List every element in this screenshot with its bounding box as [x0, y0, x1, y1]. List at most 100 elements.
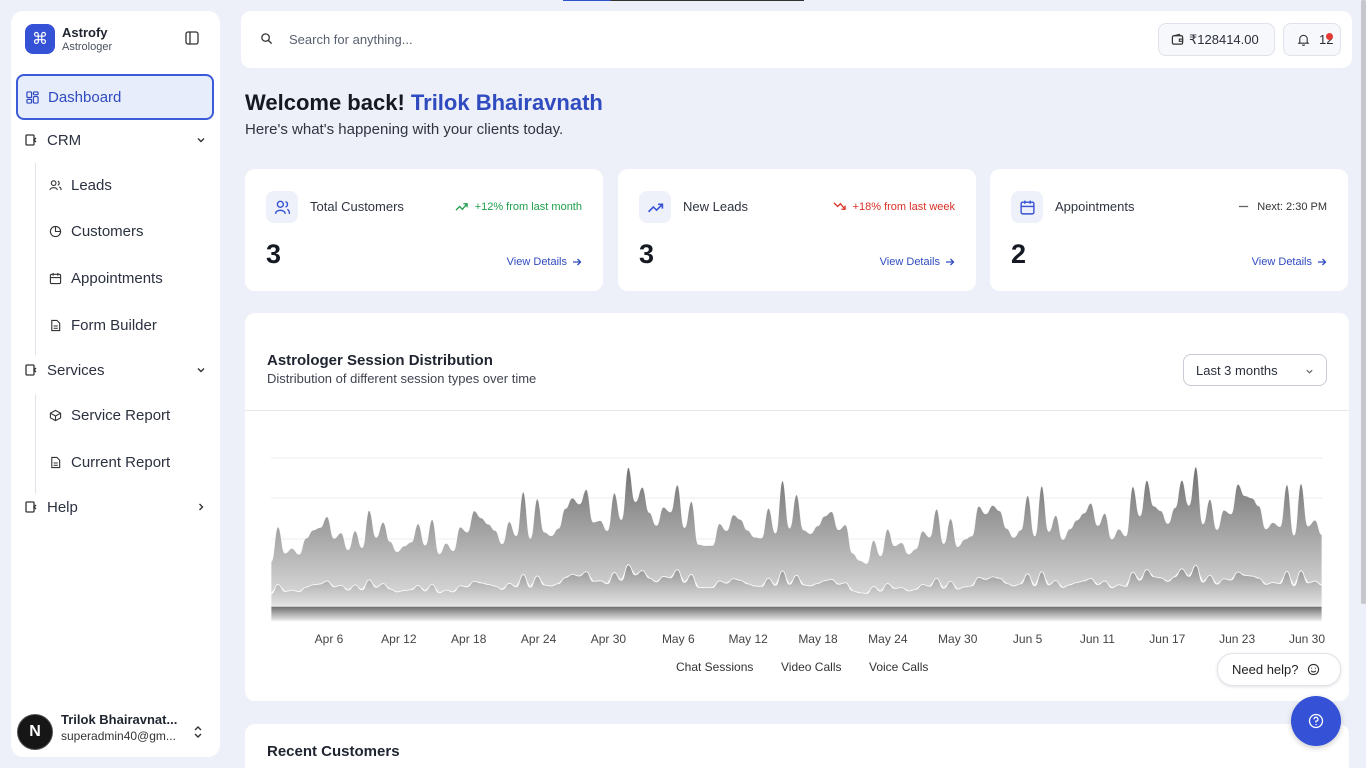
series-area-voice-calls[interactable]	[270, 605, 1323, 622]
wallet-button[interactable]: ₹128414.00	[1158, 23, 1275, 56]
stat-title: New Leads	[683, 199, 749, 214]
sidebar-item-label: Service Report	[71, 406, 171, 424]
legend-voice-calls[interactable]: Voice Calls	[869, 660, 928, 674]
sidebar-item-crm[interactable]: CRM	[25, 128, 209, 152]
x-tick-label: Apr 12	[381, 632, 417, 646]
x-tick-label: Apr 30	[591, 632, 627, 646]
box-icon	[49, 409, 62, 421]
crm-tree-line	[35, 163, 36, 355]
sidebar-item-help[interactable]: Help	[25, 495, 209, 519]
sidebar-item-customers[interactable]: Customers	[49, 220, 144, 242]
sidebar-item-appointments[interactable]: Appointments	[49, 267, 163, 289]
legend-chat-sessions[interactable]: Chat Sessions	[676, 660, 753, 674]
sidebar-item-service-report[interactable]: Service Report	[49, 404, 170, 426]
trending-up-icon	[639, 191, 671, 223]
view-details-link[interactable]: View Details	[880, 256, 955, 268]
sidebar-item-label: Help	[47, 498, 78, 516]
command-icon: ⌘	[25, 24, 55, 54]
panel-icon	[25, 501, 37, 513]
minus-icon	[1239, 205, 1249, 208]
sidebar-toggle-icon[interactable]	[185, 31, 199, 45]
sidebar-item-dashboard[interactable]: Dashboard	[16, 74, 214, 120]
stat-trend: +12% from last month	[455, 200, 582, 213]
x-tick-label: May 6	[662, 632, 695, 646]
view-details-link[interactable]: View Details	[507, 256, 582, 268]
x-tick-label: Jun 17	[1149, 632, 1185, 646]
stat-card-appointments: Appointments Next: 2:30 PM 2 View Detail…	[990, 169, 1348, 291]
wallet-icon	[1171, 33, 1184, 45]
sidebar-item-services[interactable]: Services	[25, 358, 209, 382]
x-tick-label: Jun 5	[1013, 632, 1043, 646]
stat-value: 3	[266, 239, 282, 269]
search-input[interactable]	[289, 27, 789, 51]
session-area-chart: Apr 6 Apr 12 Apr 18 Apr 24 Apr 30 May 6 May 12…	[270, 457, 1325, 646]
x-tick-label: Jun 11	[1080, 632, 1115, 646]
welcome-greeting: Welcome back!	[245, 90, 405, 115]
welcome-user-name: Trilok Bhairavnath	[410, 90, 603, 115]
arrow-right-icon	[573, 258, 582, 266]
arrow-right-icon	[946, 258, 955, 266]
chevron-right-icon	[199, 503, 204, 511]
legend-video-calls[interactable]: Video Calls	[781, 660, 841, 674]
chart-title: Astrologer Session Distribution	[267, 352, 493, 369]
need-help-button[interactable]: Need help?	[1217, 653, 1341, 686]
sidebar-item-form-builder[interactable]: Form Builder	[49, 314, 157, 336]
chart-subtitle: Distribution of different session types …	[267, 371, 537, 386]
sidebar: ⌘ Astrofy Astrologer Dashboard CRM Leads…	[11, 11, 220, 757]
users-icon	[49, 179, 62, 190]
sidebar-item-leads[interactable]: Leads	[49, 174, 112, 196]
page-scrollbar[interactable]	[1361, 0, 1366, 604]
x-tick-label: Apr 24	[521, 632, 557, 646]
sidebar-item-label: Services	[47, 361, 105, 379]
sidebar-item-label: Dashboard	[48, 88, 122, 106]
chevron-down-icon	[197, 138, 205, 143]
pie-chart-icon	[49, 225, 62, 237]
smile-icon	[1307, 663, 1319, 676]
notifications-button[interactable]: 12	[1283, 23, 1341, 56]
search-icon	[261, 33, 273, 45]
help-circle-icon	[1308, 713, 1324, 729]
stat-card-new-leads: New Leads +18% from last week 3 View Det…	[618, 169, 976, 291]
brand[interactable]: ⌘ Astrofy Astrologer	[25, 24, 112, 54]
brand-name: Astrofy	[62, 25, 108, 40]
x-tick-label: Jun 30	[1289, 632, 1325, 646]
sidebar-item-label: Form Builder	[71, 316, 157, 334]
recent-customers-title: Recent Customers	[267, 743, 400, 760]
stat-value: 3	[639, 239, 655, 269]
stat-value: 2	[1011, 239, 1027, 269]
stat-trend: Next: 2:30 PM	[1237, 200, 1327, 213]
user-menu[interactable]: N Trilok Bhairavnat... superadmin40@gm..…	[17, 711, 213, 755]
stat-trend: +18% from last week	[833, 200, 955, 213]
users-icon	[266, 191, 298, 223]
x-tick-label: May 24	[868, 632, 908, 646]
trending-up-icon	[455, 203, 468, 211]
sidebar-item-label: CRM	[47, 131, 82, 149]
top-bar: ₹128414.00 12	[241, 11, 1352, 68]
file-text-icon	[51, 319, 61, 331]
services-tree-line	[35, 394, 36, 494]
x-tick-label: Apr 6	[315, 632, 344, 646]
sidebar-item-current-report[interactable]: Current Report	[49, 451, 170, 473]
x-tick-label: Apr 18	[451, 632, 487, 646]
bell-icon	[1297, 34, 1310, 46]
chevron-down-icon	[197, 368, 205, 373]
chevron-down-icon	[1306, 369, 1313, 374]
recent-customers-card: Recent Customers	[245, 724, 1349, 768]
stat-title: Total Customers	[310, 199, 404, 214]
user-email: superadmin40@gm...	[61, 729, 176, 743]
page-subtitle: Here's what's happening with your client…	[245, 121, 564, 138]
stat-title: Appointments	[1055, 199, 1135, 214]
calendar-icon	[1011, 191, 1043, 223]
page-title: Welcome back! Trilok Bhairavnath	[245, 90, 603, 116]
x-tick-label: May 30	[938, 632, 978, 646]
help-fab-button[interactable]	[1291, 696, 1341, 746]
brand-role: Astrologer	[62, 41, 113, 53]
sidebar-item-label: Customers	[71, 222, 144, 240]
time-range-select[interactable]: Last 3 months	[1183, 354, 1327, 386]
view-details-link[interactable]: View Details	[1252, 256, 1327, 268]
x-tick-label: May 12	[728, 632, 768, 646]
sidebar-item-label: Appointments	[71, 269, 163, 287]
session-distribution-card: Astrologer Session Distribution Distribu…	[245, 313, 1349, 701]
user-name: Trilok Bhairavnat...	[61, 712, 178, 727]
file-text-icon	[51, 456, 61, 468]
